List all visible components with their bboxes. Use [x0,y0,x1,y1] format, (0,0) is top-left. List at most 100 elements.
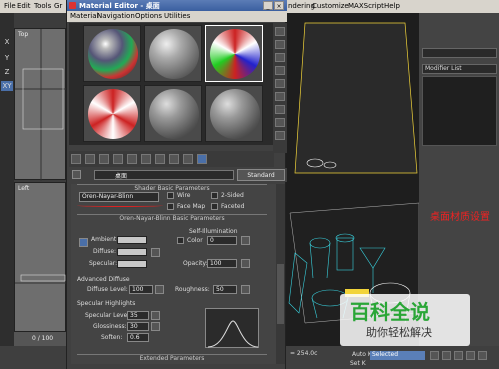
sample-slot-4[interactable] [83,85,141,142]
sample-type-icon[interactable] [275,27,285,36]
rollup-extended-parameters[interactable]: Extended Parameters [77,354,267,363]
coordinate-readout: = 254.0c [290,350,318,357]
me-menu-material[interactable]: Material [70,12,98,20]
glossiness-spinner[interactable]: 30 [127,322,149,331]
key-filter-dropdown[interactable]: Selected [370,351,425,360]
self-illum-color-checkbox[interactable] [177,237,184,244]
material-editor-toolbar [69,151,274,167]
axis-z-button[interactable]: Z [2,67,12,77]
time-slider[interactable]: 0 / 100 [14,332,66,346]
wire-checkbox[interactable] [167,192,174,199]
minimize-icon[interactable]: _ [263,1,273,10]
two-sided-checkbox[interactable] [211,192,218,199]
axis-y-button[interactable]: Y [2,53,12,63]
ambient-color-swatch[interactable] [117,236,147,244]
set-key-button[interactable]: Set K [350,360,366,367]
roughness-map-button[interactable] [241,285,250,294]
viewport-top[interactable]: Top [14,28,67,181]
make-preview-icon[interactable] [275,92,285,101]
sample-slot-1[interactable] [83,25,141,82]
material-type-button[interactable]: Standard [237,169,285,181]
reset-map-icon[interactable] [113,154,123,164]
sample-slot-3[interactable] [205,25,263,82]
material-sphere [88,29,138,79]
faceted-checkbox[interactable] [211,203,218,210]
roughness-spinner[interactable]: 50 [213,285,237,294]
glossiness-map-button[interactable] [151,322,160,331]
menu-help[interactable]: Help [384,2,400,10]
menu-maxscript[interactable]: MAXScript [348,2,384,10]
backlight-icon[interactable] [275,40,285,49]
menu-edit[interactable]: Edit [17,2,31,10]
put-to-scene-icon[interactable] [85,154,95,164]
parameter-rollups: Shader Basic Parameters Oren-Nayar-Blinn… [71,184,276,364]
me-menu-options[interactable]: Options [135,12,162,20]
uv-tiling-icon[interactable] [275,66,285,75]
soften-spinner[interactable]: 0.6 [127,333,149,342]
object-name-field[interactable] [422,48,497,58]
material-name-row: 桌面 Standard [69,168,287,182]
menu-tools[interactable]: Tools [34,2,51,10]
options-icon[interactable] [275,105,285,114]
play-icon[interactable] [454,351,463,360]
material-navigator-icon[interactable] [275,131,285,140]
go-to-start-icon[interactable] [430,351,439,360]
axis-xy-button[interactable]: XY [1,81,13,91]
sample-slot-2[interactable] [144,25,202,82]
diffuse-level-map-button[interactable] [155,285,164,294]
modifier-stack[interactable] [422,76,497,146]
material-name-field[interactable]: 桌面 [94,170,234,180]
material-editor-titlebar[interactable]: Material Editor - 桌面 _ × [67,0,287,11]
select-by-material-icon[interactable] [275,118,285,127]
specular-label: Specular: [89,260,118,267]
menu-customize[interactable]: Customize [312,2,349,10]
me-menu-navigation[interactable]: Navigation [97,12,135,20]
specular-level-spinner[interactable]: 35 [127,311,149,320]
menu-group[interactable]: Gr [54,2,62,10]
go-to-end-icon[interactable] [478,351,487,360]
make-unique-icon[interactable] [141,154,151,164]
prev-frame-icon[interactable] [442,351,451,360]
material-sphere [88,89,138,139]
axis-x-button[interactable]: X [2,37,12,47]
lock-ambient-diffuse-icon[interactable] [79,238,88,247]
close-icon[interactable]: × [274,1,284,10]
sample-slot-6[interactable] [205,85,263,142]
watermark: 百科全说 助你轻松解决 [340,294,470,346]
face-map-checkbox[interactable] [167,203,174,210]
viewport-left[interactable]: Left [14,182,67,332]
rollup-oren-nayar-blinn[interactable]: Oren-Nayar-Blinn Basic Parameters [77,214,267,223]
rollup-scrollbar[interactable] [276,184,285,364]
modifier-list-dropdown[interactable]: Modifier List [422,64,497,74]
diffuse-map-button[interactable] [151,248,160,257]
pick-material-icon[interactable] [72,170,81,179]
material-id-icon[interactable] [169,154,179,164]
self-illum-value-spinner[interactable]: 0 [207,236,237,245]
me-menu-utilities[interactable]: Utilities [164,12,190,20]
watermark-logo: 百科全说 [350,300,430,324]
scrollbar-thumb[interactable] [277,264,284,324]
assign-to-selection-icon[interactable] [99,154,109,164]
next-frame-icon[interactable] [466,351,475,360]
opacity-map-button[interactable] [241,259,250,268]
diffuse-level-spinner[interactable]: 100 [129,285,153,294]
menu-file[interactable]: File [4,2,16,10]
show-map-icon[interactable] [183,154,193,164]
shader-type-dropdown[interactable]: Oren-Nayar-Blinn [79,192,159,202]
material-editor-window: Material Editor - 桌面 _ × Material Naviga… [66,0,287,369]
sample-slot-5[interactable] [144,85,202,142]
background-icon[interactable] [275,53,285,62]
specular-level-map-button[interactable] [151,311,160,320]
video-color-check-icon[interactable] [275,79,285,88]
menu-rendering[interactable]: ndering [288,2,315,10]
show-end-result-icon[interactable] [197,154,207,164]
specular-color-swatch[interactable] [117,260,147,268]
soften-label: Soften: [101,334,123,341]
get-material-icon[interactable] [71,154,81,164]
face-map-label: Face Map [177,203,206,210]
put-to-library-icon[interactable] [155,154,165,164]
opacity-spinner[interactable]: 100 [207,259,237,268]
self-illum-map-button[interactable] [241,236,250,245]
make-copy-icon[interactable] [127,154,137,164]
diffuse-color-swatch[interactable] [117,248,147,256]
